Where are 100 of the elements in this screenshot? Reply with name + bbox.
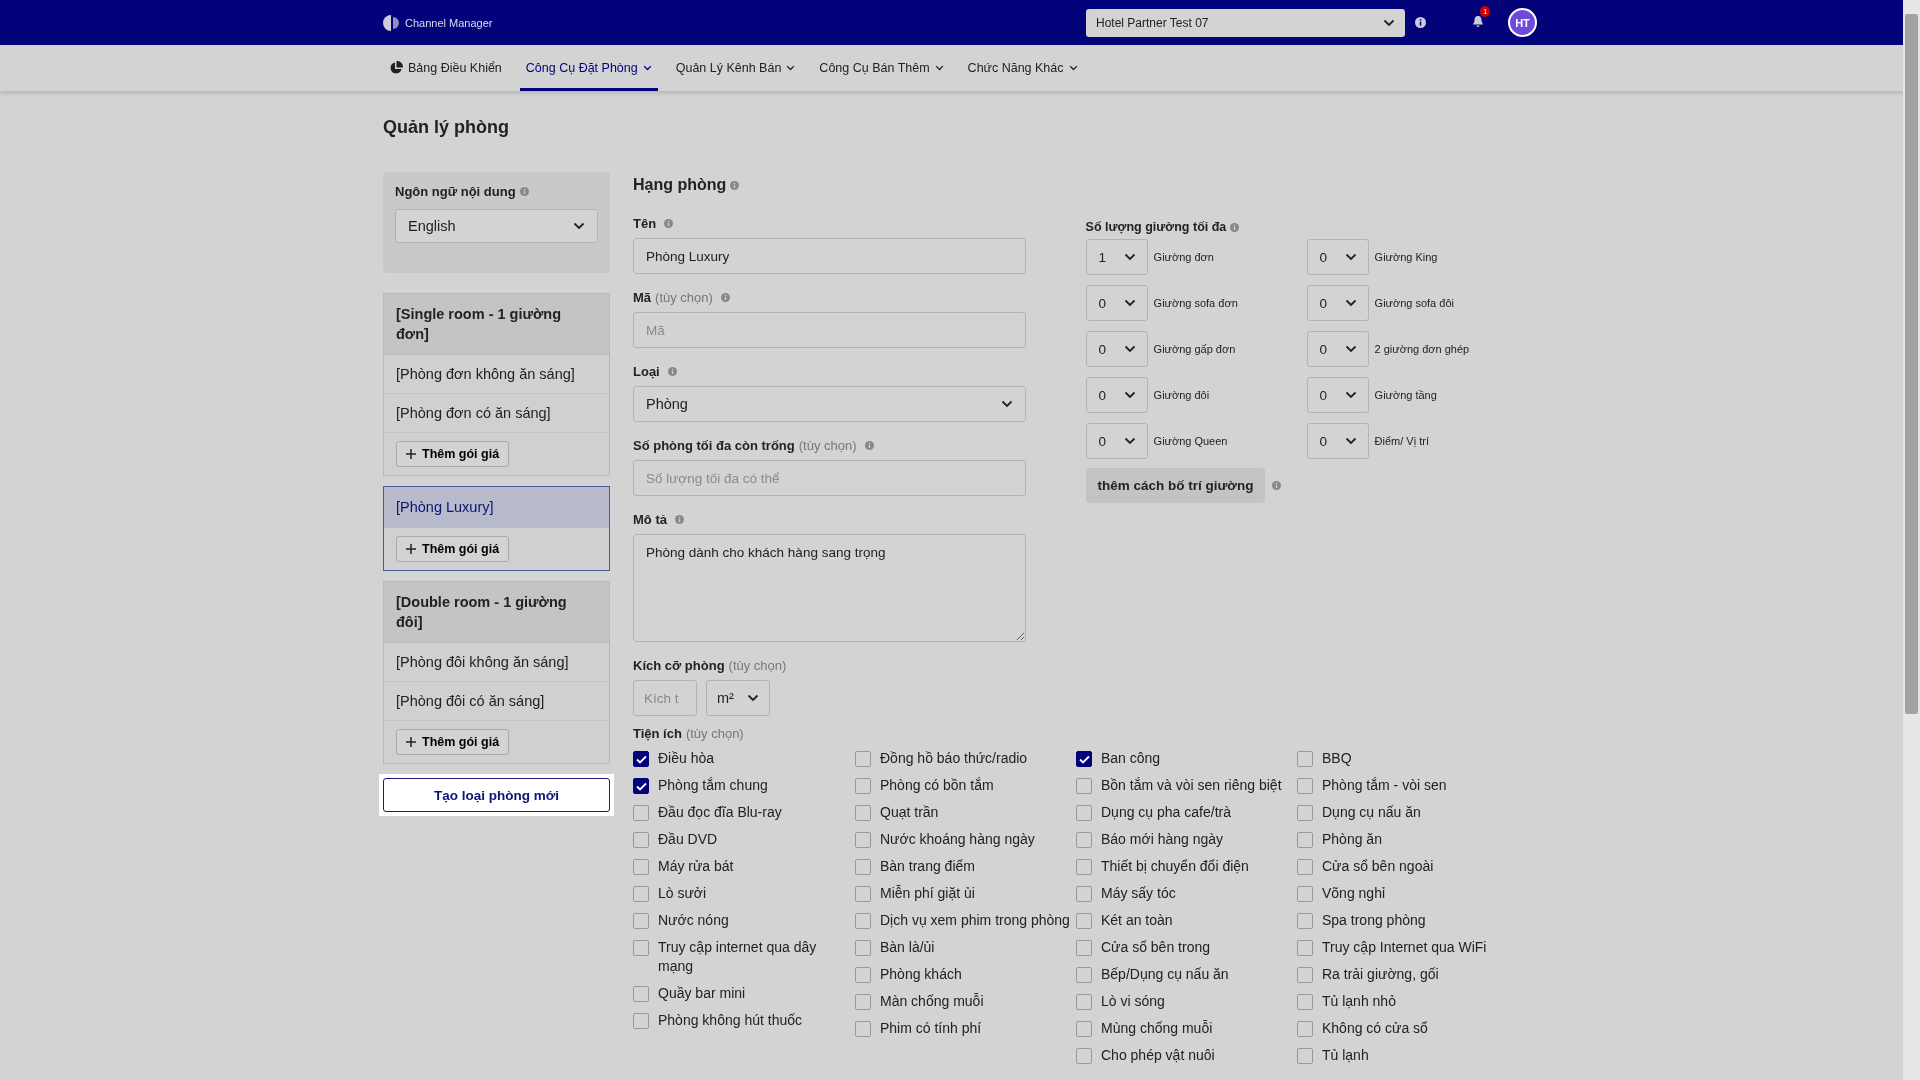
checkbox[interactable] (1076, 778, 1092, 794)
bed-count-select[interactable]: 0 (1085, 285, 1148, 321)
rate-plan-item[interactable]: [Phòng đơn không ăn sáng] (384, 355, 609, 394)
checkbox[interactable] (1297, 886, 1313, 902)
checkbox[interactable] (1297, 913, 1313, 929)
bed-count-select[interactable]: 0 (1306, 239, 1369, 275)
field-label: Mã (633, 290, 652, 305)
nav-tab[interactable]: Công Cụ Bán Thêm (813, 45, 950, 91)
add-bed-arrangement-button[interactable]: thêm cách bố trí giường (1085, 468, 1266, 503)
bed-count-select[interactable]: 0 (1306, 377, 1369, 413)
amenity-label: Tủ lạnh nhỏ (1322, 992, 1396, 1011)
bed-count-select[interactable]: 0 (1306, 331, 1369, 367)
checkbox[interactable] (633, 859, 649, 875)
checkbox[interactable] (1076, 967, 1092, 983)
add-rate-plan-button[interactable]: Thêm gói giá (396, 441, 510, 467)
bed-count-select[interactable]: 0 (1306, 423, 1369, 459)
checkbox[interactable] (1076, 859, 1092, 875)
nav-tab[interactable]: Bảng Điều Khiển (383, 45, 508, 91)
size-field[interactable]: Kích t (633, 680, 697, 716)
checkbox[interactable] (633, 805, 649, 821)
checkbox[interactable] (855, 940, 871, 956)
amenity-label: Báo mới hàng ngày (1101, 830, 1224, 849)
unit-select[interactable]: m² (706, 680, 770, 716)
checkbox[interactable] (633, 913, 649, 929)
checkbox[interactable] (855, 994, 871, 1010)
checkbox[interactable] (1297, 967, 1313, 983)
logo-text[interactable]: Channel Manager (405, 16, 493, 29)
bed-count-select[interactable]: 0 (1306, 285, 1369, 321)
rate-plan-item[interactable]: [Phòng đơn có ăn sáng] (384, 394, 609, 433)
checkbox[interactable] (633, 986, 649, 1002)
nav-tab[interactable]: Chức Năng Khác (961, 45, 1084, 91)
room-type-item[interactable]: [Single room - 1 giường đơn] (384, 294, 609, 355)
checkbox[interactable] (633, 886, 649, 902)
checkbox[interactable] (633, 751, 649, 767)
checkbox[interactable] (1297, 859, 1313, 875)
nav-tab[interactable]: Quản Lý Kênh Bán (669, 45, 802, 91)
chevron-down-icon (1344, 299, 1357, 307)
checkbox[interactable] (1297, 994, 1313, 1010)
bed-type-label: Điểm/ Vị trí (1374, 434, 1429, 447)
checkbox[interactable] (1076, 940, 1092, 956)
room-type-item[interactable]: [Double room - 1 giường đôi] (384, 582, 609, 643)
checkbox[interactable] (855, 805, 871, 821)
checkbox[interactable] (1297, 805, 1313, 821)
checkbox[interactable] (855, 913, 871, 929)
amenity-label: Phòng khách (880, 965, 962, 984)
bell-icon[interactable] (1472, 14, 1484, 28)
checkbox[interactable] (855, 1021, 871, 1037)
checkbox[interactable] (1297, 940, 1313, 956)
checkbox[interactable] (1297, 778, 1313, 794)
checkbox[interactable] (1076, 1048, 1092, 1064)
checkbox[interactable] (855, 832, 871, 848)
checkbox[interactable] (1076, 805, 1092, 821)
checkbox[interactable] (1297, 1021, 1313, 1037)
bed-count-select[interactable]: 1 (1085, 239, 1148, 275)
info-icon[interactable] (1415, 17, 1426, 28)
bed-count-select[interactable]: 0 (1085, 377, 1148, 413)
checkbox[interactable] (1076, 1021, 1092, 1037)
checkbox[interactable] (633, 832, 649, 848)
room-type-item[interactable]: [Phòng Luxury] (384, 487, 609, 528)
checkbox[interactable] (1297, 751, 1313, 767)
bed-count-select[interactable]: 0 (1085, 331, 1148, 367)
description-field[interactable]: Phòng dành cho khách hàng sang trọng (633, 534, 1026, 642)
user-avatar[interactable]: HT (1508, 8, 1537, 37)
nav-tab[interactable]: Công Cụ Đặt Phòng (519, 45, 658, 91)
bed-count-select[interactable]: 0 (1085, 423, 1148, 459)
checkbox[interactable] (855, 751, 871, 767)
hotel-select[interactable]: Hotel Partner Test 07 (1086, 8, 1405, 37)
checkbox[interactable] (855, 886, 871, 902)
type-select[interactable]: Phòng (633, 386, 1026, 422)
checkbox[interactable] (1076, 886, 1092, 902)
text-field[interactable]: Mã (633, 312, 1026, 348)
checkbox[interactable] (1076, 994, 1092, 1010)
text-field[interactable]: Số lượng tối đa có thể (633, 460, 1026, 496)
amenity-label: Phòng tắm - vòi sen (1322, 776, 1447, 795)
checkbox[interactable] (633, 1013, 649, 1029)
checkbox[interactable] (1297, 1048, 1313, 1064)
checkbox[interactable] (1076, 751, 1092, 767)
rate-plan-item[interactable]: [Phòng đôi có ăn sáng] (384, 682, 609, 721)
checkbox[interactable] (1076, 913, 1092, 929)
add-rate-plan-button[interactable]: Thêm gói giá (396, 729, 510, 755)
checkbox[interactable] (855, 967, 871, 983)
checkbox[interactable] (633, 778, 649, 794)
create-room-type-button[interactable]: Tạo loại phòng mới (383, 778, 610, 812)
checkbox[interactable] (1076, 832, 1092, 848)
text-field[interactable]: Phòng Luxury (633, 238, 1026, 274)
bed-type-label: Giường gấp đơn (1153, 342, 1236, 355)
field-label: Mô tả (633, 512, 667, 527)
amenity-label: Ra trải giường, gối (1322, 965, 1439, 984)
amenity-label: Cho phép vật nuôi (1101, 1046, 1215, 1065)
checkbox[interactable] (855, 859, 871, 875)
field-label: Số lượng giường tối đa (1085, 220, 1227, 234)
scrollbar[interactable] (1903, 0, 1920, 1080)
checkbox[interactable] (1297, 832, 1313, 848)
rate-plan-item[interactable]: [Phòng đôi không ăn sáng] (384, 643, 609, 682)
language-select[interactable]: English (395, 209, 598, 243)
pie-chart-icon (389, 60, 403, 75)
add-rate-plan-button[interactable]: Thêm gói giá (396, 536, 510, 562)
checkbox[interactable] (633, 940, 649, 956)
checkbox[interactable] (855, 778, 871, 794)
logo-icon[interactable] (383, 14, 401, 31)
